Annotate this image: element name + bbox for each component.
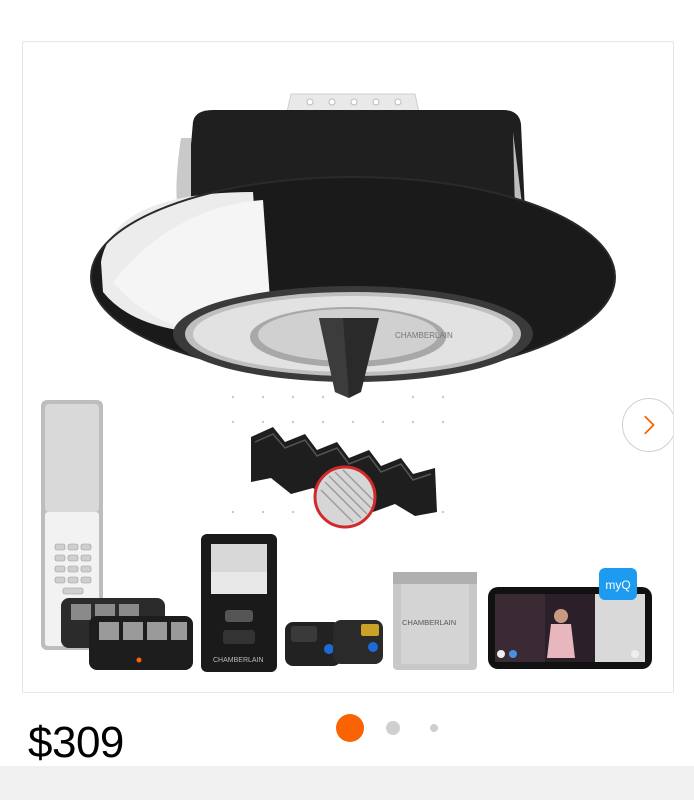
carousel-dot-3[interactable] <box>430 724 438 732</box>
mounting-bracket <box>286 93 420 113</box>
product-price: $309 <box>28 718 124 767</box>
bottom-section-divider <box>0 766 694 800</box>
belt-detail <box>231 395 445 529</box>
product-image-card[interactable]: CHAMBERLAIN CHAMBERLAIN CHAMBERLAIN myQ <box>22 41 674 693</box>
carousel-dot-2[interactable] <box>386 721 400 735</box>
opener-brand-mark: CHAMBERLAIN <box>395 331 453 340</box>
wall-control: CHAMBERLAIN <box>201 534 277 672</box>
product-image: CHAMBERLAIN CHAMBERLAIN CHAMBERLAIN myQ <box>41 93 652 672</box>
carousel-dot-1[interactable] <box>336 714 364 742</box>
remote-controls <box>61 598 193 670</box>
myq-badge: myQ <box>605 578 630 592</box>
battery-backup: CHAMBERLAIN <box>393 572 477 670</box>
wall-control-brand: CHAMBERLAIN <box>213 657 264 664</box>
myq-phone-app: myQ <box>488 568 652 669</box>
chevron-right-icon <box>644 415 655 435</box>
opener-unit: CHAMBERLAIN <box>90 110 616 398</box>
safety-sensors <box>285 620 383 666</box>
carousel-pagination <box>336 713 438 743</box>
battery-brand: CHAMBERLAIN <box>402 618 456 627</box>
next-image-button[interactable] <box>622 398 673 452</box>
